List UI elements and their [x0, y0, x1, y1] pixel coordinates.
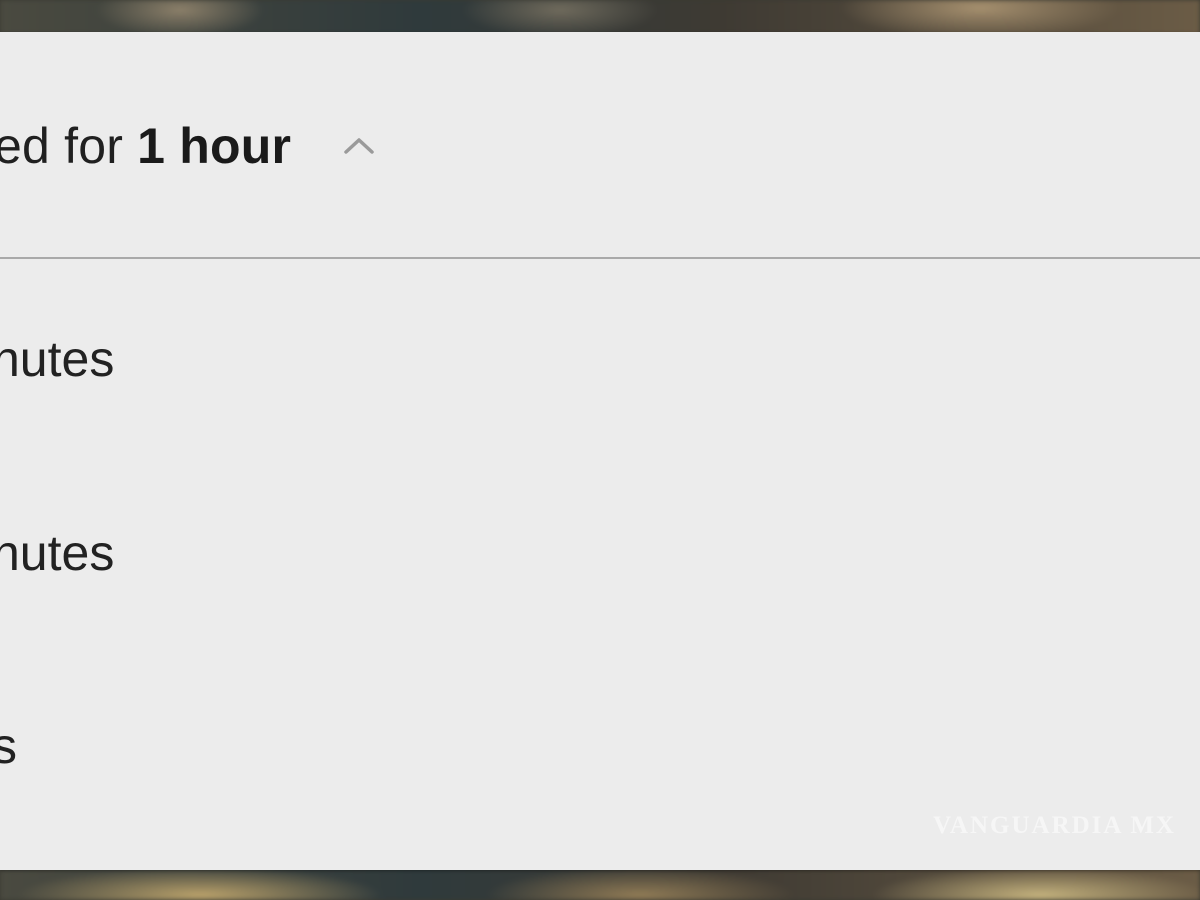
duration-option-label: nutes [0, 331, 115, 387]
duration-option-3[interactable]: s [0, 664, 1200, 814]
duration-option-2[interactable]: nutes [0, 472, 1200, 622]
chevron-up-icon[interactable] [342, 134, 376, 158]
duration-header-text: ed for 1 hour [0, 116, 291, 176]
duration-dropdown-header[interactable]: ed for 1 hour [0, 32, 1200, 258]
duration-option-label: s [0, 718, 17, 774]
selected-duration: 1 hour [137, 118, 292, 174]
dnd-duration-sheet: ed for 1 hour nutes nutes s VANGUARDIA M… [0, 32, 1200, 870]
duration-prefix: ed for [0, 118, 138, 174]
divider [0, 257, 1200, 259]
duration-option-1[interactable]: nutes [0, 277, 1200, 427]
duration-option-label: nutes [0, 525, 115, 581]
watermark: VANGUARDIA MX [933, 812, 1176, 839]
